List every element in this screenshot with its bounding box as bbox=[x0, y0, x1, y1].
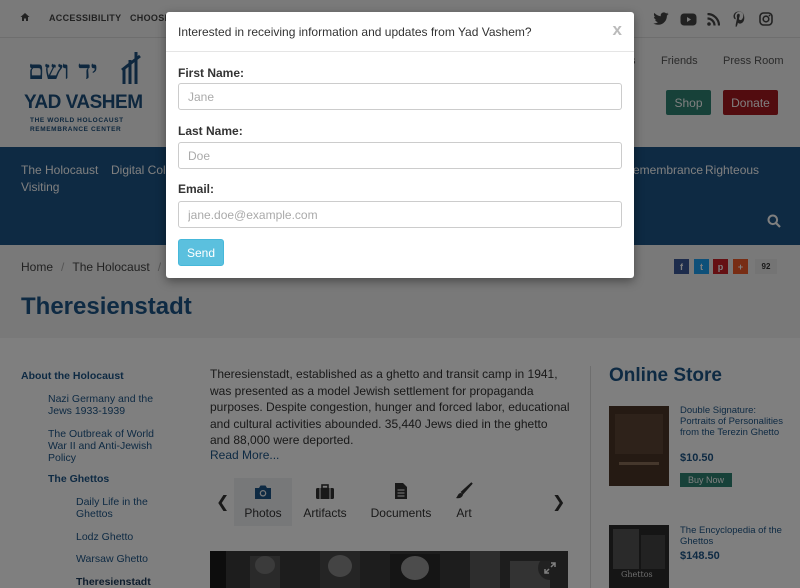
email-field[interactable] bbox=[178, 201, 622, 228]
modal-header: Interested in receiving information and … bbox=[166, 12, 634, 52]
email-label: Email: bbox=[178, 182, 215, 196]
last-name-field[interactable] bbox=[178, 142, 622, 169]
newsletter-modal: Interested in receiving information and … bbox=[166, 12, 634, 278]
last-name-label: Last Name: bbox=[178, 124, 243, 138]
first-name-field[interactable] bbox=[178, 83, 622, 110]
first-name-label: First Name: bbox=[178, 66, 245, 80]
close-icon[interactable]: x bbox=[613, 21, 622, 39]
modal-title: Interested in receiving information and … bbox=[178, 25, 532, 39]
send-button[interactable]: Send bbox=[178, 239, 224, 266]
